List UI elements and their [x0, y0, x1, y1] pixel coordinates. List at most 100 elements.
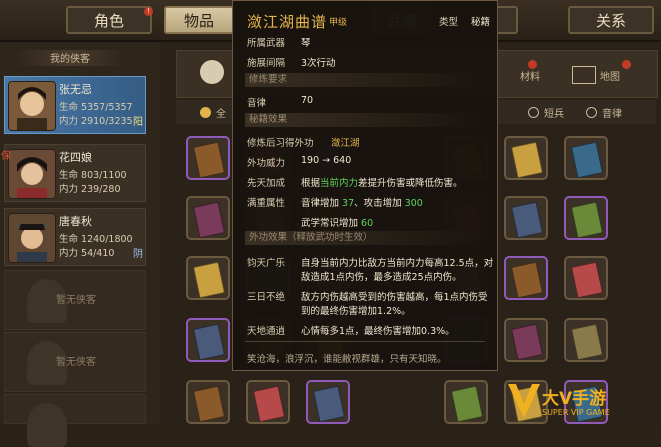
ext3-label: 天地通逍 — [247, 326, 286, 337]
item-tooltip: 潋江湖曲谱 甲级 类型 秘籍 所属武器 琴 施展间隔 3次行动 修炼要求 音律 … — [232, 0, 498, 371]
book-icon — [570, 141, 604, 179]
power-label: 外功威力 — [247, 158, 286, 169]
watermark-logo: 大V手游 SUPER VIP GAME — [506, 380, 656, 422]
category-badge — [528, 60, 537, 69]
item-slot[interactable] — [246, 380, 290, 424]
item-slot[interactable] — [564, 196, 608, 240]
innate-text: 根据当前内力差提升伤害或降低伤害。 — [301, 178, 463, 189]
item-slot[interactable] — [504, 256, 548, 300]
filter-all[interactable]: 全 — [200, 105, 226, 120]
map-icon — [572, 66, 596, 84]
hero-name: 花四娘 — [59, 151, 92, 164]
hero-tag: 阴 — [133, 249, 143, 260]
empty-hero-label: 暂无侠客 — [56, 357, 96, 368]
hero-name: 唐春秋 — [59, 215, 92, 228]
empty-hero-slot[interactable] — [4, 394, 146, 447]
bag-icon[interactable] — [200, 60, 224, 84]
ext1-label: 钧天广乐 — [247, 258, 286, 269]
interval-label: 施展间隔 — [247, 58, 286, 69]
radio-icon — [586, 107, 597, 118]
learn-label: 修炼后习得外功 — [247, 138, 314, 149]
hero-card-tangchunqiu[interactable]: 唐春秋 生命 1240/1800 内力 54/410 阴 — [4, 208, 146, 266]
item-slot[interactable] — [186, 318, 230, 362]
item-slot[interactable] — [186, 256, 230, 300]
hero-mp: 内力 54/410 — [59, 248, 115, 259]
tab-character[interactable]: 角色 — [66, 6, 152, 34]
hero-mp: 内力 2910/3235 — [59, 116, 133, 127]
book-icon — [510, 201, 544, 239]
power-value: 190 → 640 — [301, 155, 352, 166]
book-icon — [192, 201, 226, 239]
type-value: 秘籍 — [471, 17, 491, 28]
book-icon — [192, 261, 226, 299]
tooltip-title: 潋江湖曲谱 — [247, 13, 328, 31]
ext2-line-1: 敌方内伤越高受到的伤害越高，每1点内伤受 — [301, 292, 488, 303]
type-label: 类型 — [439, 17, 459, 28]
empty-hero-slot[interactable]: 暂无侠客 — [4, 270, 146, 330]
weapon-label: 所属武器 — [247, 38, 286, 49]
hero-hp: 生命 5357/5357 — [59, 102, 133, 113]
filter-music[interactable]: 音律 — [586, 105, 622, 120]
hero-tag: 阳 — [133, 117, 143, 128]
item-slot[interactable] — [504, 196, 548, 240]
item-slot[interactable] — [444, 380, 488, 424]
tab-relations[interactable]: 关系 — [568, 6, 654, 34]
item-slot[interactable] — [306, 380, 350, 424]
hero-card-huasiniang[interactable]: 保 花四娘 生命 803/1100 内力 239/280 — [1, 144, 146, 202]
category-badge — [622, 60, 631, 69]
empty-hero-label: 暂无侠客 — [56, 295, 96, 306]
tab-character-badge: ! — [144, 7, 153, 16]
full-line-1: 音律增加 37、攻击增加 300 — [301, 198, 423, 209]
item-slot[interactable] — [564, 318, 608, 362]
watermark-text: 大V手游 — [542, 389, 607, 409]
section-header: 秘籍效果 — [245, 113, 485, 127]
book-icon — [570, 261, 604, 299]
full-line-2: 武学常识增加 60 — [301, 218, 374, 229]
section-header: 外功效果（释放武功时生效） — [245, 231, 485, 245]
ext1-line-1: 自身当前内力比敌方当前内力每高12.5点，对 — [301, 258, 494, 269]
silhouette-icon — [27, 403, 67, 447]
item-slot[interactable] — [186, 380, 230, 424]
avatar — [8, 81, 56, 131]
hero-mp: 内力 239/280 — [59, 184, 121, 195]
empty-hero-slot[interactable]: 暂无侠客 — [4, 332, 146, 392]
book-icon — [450, 385, 484, 423]
hero-card-zhangwuji[interactable]: 张无忌 生命 5357/5357 内力 2910/3235 阳 — [4, 76, 146, 134]
item-slot[interactable] — [186, 196, 230, 240]
book-icon — [510, 141, 544, 179]
item-slot[interactable] — [186, 136, 230, 180]
item-slot[interactable] — [504, 136, 548, 180]
hero-badge: 保 — [1, 151, 11, 162]
tooltip-grade: 甲级 — [329, 18, 348, 28]
tab-ability[interactable] — [498, 6, 518, 34]
avatar — [8, 213, 56, 263]
book-icon — [570, 323, 604, 361]
book-icon — [510, 261, 544, 299]
radio-icon — [200, 107, 211, 118]
book-icon — [192, 385, 226, 423]
avatar — [8, 149, 56, 199]
watermark-subtext: SUPER VIP GAME — [542, 408, 610, 417]
book-icon — [192, 141, 226, 179]
req-value: 70 — [301, 95, 314, 106]
item-slot[interactable] — [564, 256, 608, 300]
book-icon — [312, 385, 346, 423]
book-icon — [192, 323, 226, 361]
book-icon — [252, 385, 286, 423]
interval-value: 3次行动 — [301, 58, 336, 69]
divider — [245, 341, 485, 342]
innate-label: 先天加成 — [247, 178, 286, 189]
filter-short-weapon[interactable]: 短兵 — [528, 105, 564, 120]
category-map[interactable]: 地图 — [600, 64, 620, 86]
radio-icon — [528, 107, 539, 118]
item-slot[interactable] — [504, 318, 548, 362]
learn-value: 潋江湖 — [331, 138, 360, 149]
weapon-value: 琴 — [301, 38, 311, 49]
tab-items[interactable]: 物品 — [164, 6, 234, 34]
item-slot[interactable] — [564, 136, 608, 180]
ext2-line-2: 到的最终伤害增加1.2%。 — [301, 306, 411, 317]
section-header: 修炼要求 — [245, 73, 485, 87]
ext3-text: 心情每多1点，最终伤害增加0.3%。 — [301, 326, 455, 337]
full-label: 满重属性 — [247, 198, 286, 209]
hero-name: 张无忌 — [59, 83, 92, 96]
